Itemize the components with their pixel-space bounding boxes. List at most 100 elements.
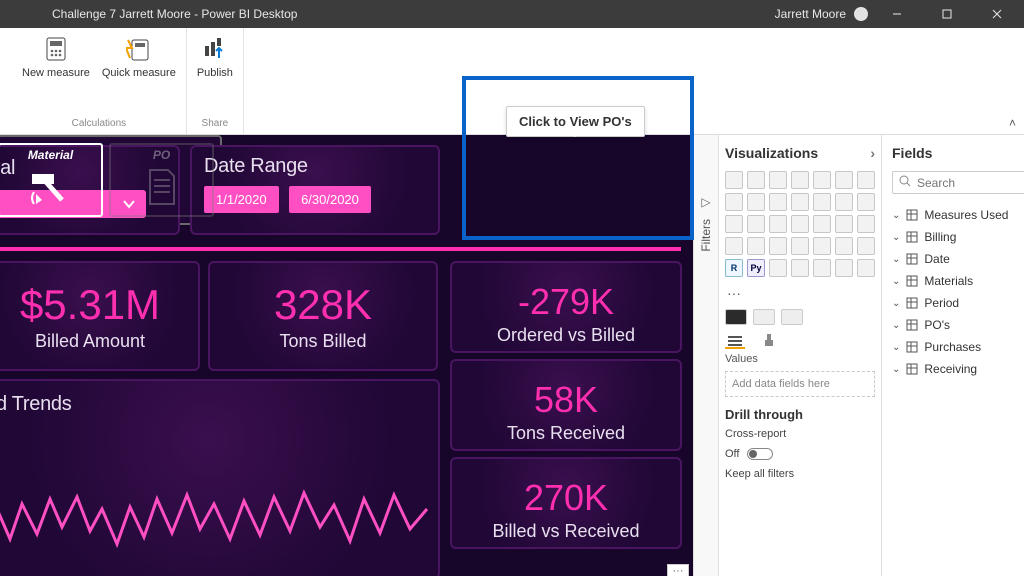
shape-map-icon[interactable] [857, 215, 875, 233]
chevron-down-icon: ⌄ [892, 364, 900, 375]
chevron-down-icon: ⌄ [892, 254, 900, 265]
line-clustered-icon[interactable] [791, 193, 809, 211]
arcgis-icon[interactable] [857, 259, 875, 277]
pie-icon[interactable] [747, 215, 765, 233]
filled-map-icon[interactable] [835, 215, 853, 233]
tooltip-text: Click to View PO's [519, 114, 632, 129]
ribbon-group-calculations: New measure Quick measure Calculations [12, 28, 187, 134]
filters-pane-collapsed[interactable]: ▷ Filters [693, 135, 719, 576]
qa-icon[interactable] [813, 259, 831, 277]
treemap-icon[interactable] [791, 215, 809, 233]
trend-chart[interactable]: d Trends [0, 379, 440, 576]
date-end-input[interactable]: 6/30/2020 [289, 186, 371, 213]
area-chart-icon[interactable] [725, 193, 743, 211]
python-visual-icon[interactable]: Py [747, 259, 765, 277]
fields-table-row[interactable]: ⌄Date [892, 248, 1024, 270]
line-chart-icon [0, 449, 432, 569]
nav-po-button[interactable]: PO [109, 143, 214, 217]
table-icon [906, 297, 918, 309]
clustered-column-icon[interactable] [791, 171, 809, 189]
waterfall-icon[interactable] [835, 193, 853, 211]
fields-subtab[interactable] [725, 333, 745, 349]
fields-table-row[interactable]: ⌄Receiving [892, 358, 1024, 380]
kpi-ordered-vs-billed[interactable]: -279K Ordered vs Billed [450, 261, 682, 353]
matrix-icon[interactable] [857, 237, 875, 255]
donut-icon[interactable] [769, 215, 787, 233]
cross-report-toggle[interactable] [747, 448, 773, 460]
hundred-column-icon[interactable] [835, 171, 853, 189]
document-icon [140, 164, 184, 208]
format-subtab[interactable] [759, 333, 779, 349]
clustered-bar-icon[interactable] [769, 171, 787, 189]
chevron-down-icon: ⌄ [892, 342, 900, 353]
kpi-icon[interactable] [791, 237, 809, 255]
line-chart-icon[interactable] [857, 171, 875, 189]
visual-type-picker[interactable]: R Py [725, 171, 875, 277]
date-range-slicer[interactable]: Date Range 1/1/2020 6/30/2020 [190, 145, 440, 235]
stacked-column-icon[interactable] [747, 171, 765, 189]
stacked-area-icon[interactable] [747, 193, 765, 211]
new-measure-button[interactable]: New measure [22, 34, 90, 79]
close-button[interactable] [976, 0, 1018, 28]
hundred-bar-icon[interactable] [813, 171, 831, 189]
fields-table-row[interactable]: ⌄PO's [892, 314, 1024, 336]
kpi-tons-billed[interactable]: 328K Tons Billed [208, 261, 438, 371]
quick-measure-button[interactable]: Quick measure [102, 34, 176, 79]
maximize-button[interactable] [926, 0, 968, 28]
user-avatar-icon[interactable] [854, 7, 868, 21]
multi-card-icon[interactable] [769, 237, 787, 255]
funnel-icon[interactable] [857, 193, 875, 211]
kpi-tons-received[interactable]: 58K Tons Received [450, 359, 682, 451]
nav-material-button[interactable]: Material [0, 143, 103, 217]
map-icon[interactable] [813, 215, 831, 233]
viz-tab-format[interactable] [753, 309, 775, 325]
table-icon[interactable] [835, 237, 853, 255]
r-visual-icon[interactable]: R [725, 259, 743, 277]
values-field-well[interactable]: Add data fields here [725, 371, 875, 397]
kpi-billed-vs-received[interactable]: 270K Billed vs Received [450, 457, 682, 549]
key-influencers-icon[interactable] [769, 259, 787, 277]
quick-measure-label: Quick measure [102, 67, 176, 79]
card-icon[interactable] [747, 237, 765, 255]
decomposition-icon[interactable] [791, 259, 809, 277]
fields-table-row[interactable]: ⌄Billing [892, 226, 1024, 248]
fields-table-row[interactable]: ⌄Purchases [892, 336, 1024, 358]
kpi-value: -279K [462, 281, 670, 323]
slicer-icon[interactable] [813, 237, 831, 255]
line-column-icon[interactable] [769, 193, 787, 211]
kpi-label: Ordered vs Billed [462, 325, 670, 346]
ribbon-chart-icon[interactable] [813, 193, 831, 211]
scatter-icon[interactable] [725, 215, 743, 233]
page-nav-visual[interactable]: Material PO [0, 135, 222, 225]
minimize-button[interactable] [876, 0, 918, 28]
table-icon [906, 275, 918, 287]
collapse-ribbon-button[interactable]: ˄ [1009, 116, 1016, 130]
gauge-icon[interactable] [725, 237, 743, 255]
keep-filters-label: Keep all filters [725, 468, 875, 480]
date-range-title: Date Range [204, 155, 426, 178]
kpi-billed-amount[interactable]: $5.31M Billed Amount [0, 261, 200, 371]
filter-icon: ▷ [701, 195, 710, 209]
fields-table-row[interactable]: ⌄Measures Used [892, 204, 1024, 226]
publish-icon [200, 34, 230, 64]
fields-table-row[interactable]: ⌄Materials [892, 270, 1024, 292]
fields-table-row[interactable]: ⌄Period [892, 292, 1024, 314]
divider [0, 247, 681, 251]
viz-tab-analytics[interactable] [781, 309, 803, 325]
table-name: Period [924, 296, 959, 310]
report-canvas[interactable]: ial Date Range 1/1/2020 6/30/2020 $5.31M… [0, 135, 693, 576]
fields-search[interactable] [892, 171, 1024, 194]
stacked-bar-icon[interactable] [725, 171, 743, 189]
kpi-value: 328K [220, 281, 426, 329]
date-start-input[interactable]: 1/1/2020 [204, 186, 279, 213]
collapse-pane-button[interactable]: › [870, 145, 875, 161]
visualizations-pane: Visualizations › [719, 135, 882, 576]
visual-options-button[interactable]: ··· [667, 564, 689, 576]
paginated-icon[interactable] [835, 259, 853, 277]
search-input[interactable] [917, 176, 1024, 190]
more-visuals-button[interactable]: ··· [725, 283, 875, 307]
viz-tab-fields[interactable] [725, 309, 747, 325]
table-icon [906, 231, 918, 243]
publish-button[interactable]: Publish [197, 34, 233, 79]
drillthrough-title: Drill through [725, 407, 875, 422]
